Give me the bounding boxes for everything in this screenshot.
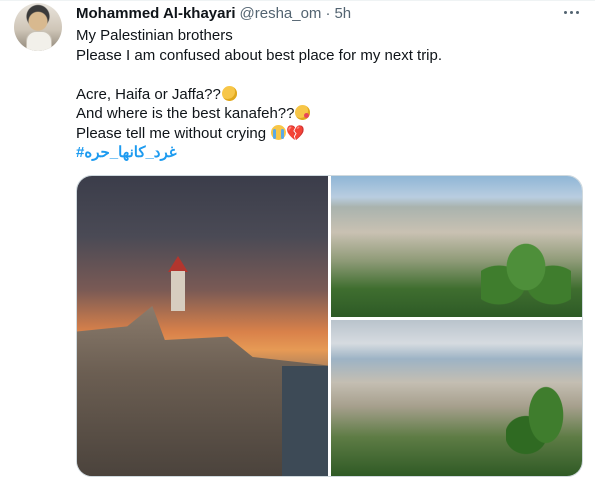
face-savoring-food-icon bbox=[295, 105, 311, 120]
tweet-line-2: Please I am confused about best place fo… bbox=[76, 46, 443, 64]
media-grid bbox=[76, 175, 583, 477]
tweet-line-1: My Palestinian brothers bbox=[76, 27, 233, 44]
photo-haifa-bay[interactable] bbox=[331, 320, 582, 476]
avatar[interactable] bbox=[14, 3, 62, 51]
more-options-icon[interactable] bbox=[561, 4, 581, 20]
tweet-line-acre: Acre, Haifa or Jaffa?? bbox=[76, 85, 442, 105]
photo-acre[interactable] bbox=[77, 176, 328, 476]
tweet-time[interactable]: 5h bbox=[334, 5, 351, 22]
tweet-line-kanafeh: And where is the best kanafeh?? bbox=[76, 104, 442, 124]
tower-shape bbox=[171, 271, 185, 311]
loudly-crying-face-icon bbox=[271, 124, 287, 140]
thinking-face-icon bbox=[221, 85, 237, 101]
photo-haifa-gardens[interactable] bbox=[331, 176, 582, 317]
header-separator: · bbox=[325, 4, 331, 22]
tweet-header: Mohammed Al-khayari @resha_om · 5h bbox=[76, 3, 351, 23]
hashtag-link[interactable]: #غرد_كانها_حره bbox=[76, 144, 177, 161]
palm-tree-shape bbox=[481, 231, 571, 317]
hashtag-line: #غرد_كانها_حره bbox=[76, 143, 442, 163]
sea-shape bbox=[282, 366, 328, 476]
kanafeh-text: And where is the best kanafeh?? bbox=[76, 105, 295, 122]
tower-roof-shape bbox=[168, 256, 188, 272]
crying-text: Please tell me without crying bbox=[76, 124, 271, 142]
author-name[interactable]: Mohammed Al-khayari bbox=[76, 5, 236, 22]
tweet-text: My Palestinian brothers Please I am conf… bbox=[76, 26, 442, 163]
acre-text: Acre, Haifa or Jaffa?? bbox=[76, 85, 221, 103]
author-handle[interactable]: @resha_om bbox=[240, 5, 322, 22]
broken-heart-icon: 💔 bbox=[286, 124, 305, 142]
top-divider bbox=[0, 0, 595, 1]
tweet-line-crying: Please tell me without crying 💔 bbox=[76, 124, 442, 144]
avatar-figure bbox=[26, 31, 52, 51]
